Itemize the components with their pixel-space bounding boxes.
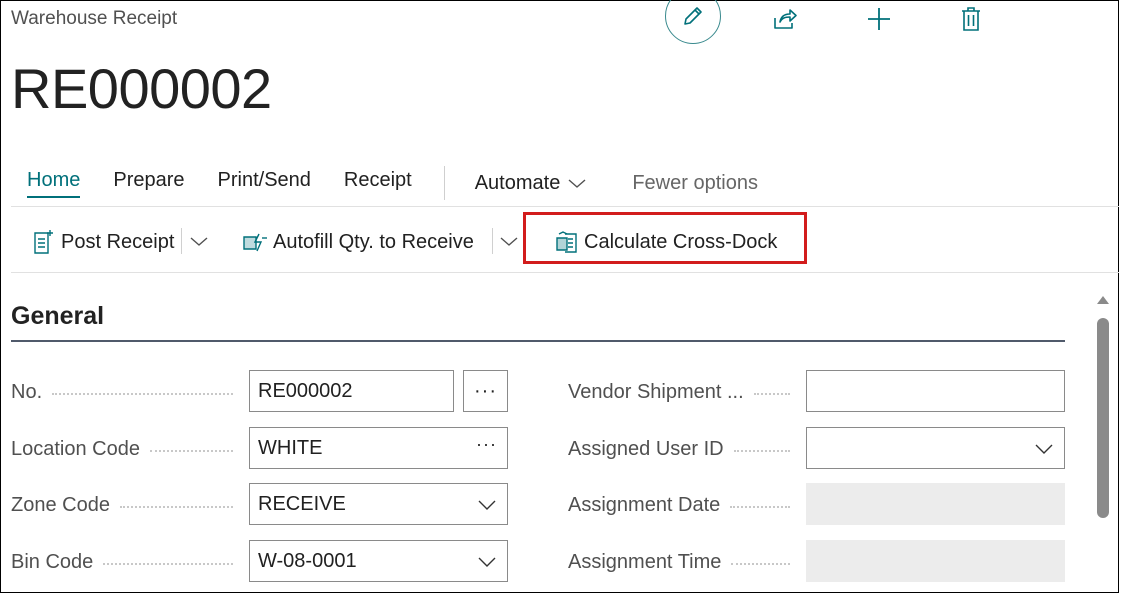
share-button[interactable]	[770, 4, 800, 34]
no-value: RE000002	[258, 379, 353, 402]
page-title: RE000002	[11, 57, 272, 120]
label-dots	[753, 393, 790, 395]
field-label-assignment-date: Assignment Date	[568, 492, 790, 518]
autofill-icon	[243, 233, 267, 252]
section-underline	[11, 340, 1065, 342]
field-label-zone-code: Zone Code	[11, 492, 233, 518]
label-dots	[149, 450, 233, 452]
bin-code-select[interactable]: W-08-0001	[249, 540, 508, 582]
bin-code-value: W-08-0001	[258, 549, 357, 572]
post-document-icon	[34, 230, 53, 254]
divider-line	[11, 206, 1119, 207]
document-type-caption: Warehouse Receipt	[11, 8, 178, 29]
scroll-up-arrow-icon[interactable]	[1097, 296, 1109, 304]
no-assist-button[interactable]: ···	[463, 370, 508, 412]
tab-divider	[443, 166, 445, 200]
post-receipt-label: Post Receipt	[61, 230, 175, 253]
field-label-assigned-user-id: Assigned User ID	[568, 436, 790, 462]
autofill-label: Autofill Qty. to Receive	[273, 230, 474, 253]
chevron-down-icon	[478, 557, 496, 567]
highlight-box	[523, 212, 807, 264]
vendor-shipment-input[interactable]	[806, 370, 1065, 412]
label-dots	[733, 450, 790, 452]
field-label-text: Vendor Shipment ...	[568, 380, 744, 403]
assigned-user-id-select[interactable]	[806, 427, 1065, 469]
field-label-vendor-shipment: Vendor Shipment ...	[568, 379, 790, 405]
tab-print-send[interactable]: Print/Send	[218, 169, 311, 198]
label-dots	[730, 506, 790, 508]
field-label-text: Assignment Time	[568, 550, 722, 573]
no-input[interactable]: RE000002	[249, 370, 454, 412]
post-receipt-button[interactable]: Post Receipt	[33, 226, 174, 258]
location-code-value: WHITE	[258, 436, 323, 459]
toolbar-divider	[181, 228, 182, 254]
chevron-down-icon[interactable]	[498, 230, 520, 252]
ellipsis-icon[interactable]: ···	[476, 434, 497, 455]
field-label-text: Assignment Date	[568, 493, 721, 516]
share-icon	[774, 9, 797, 29]
delete-button[interactable]	[956, 4, 986, 34]
field-label-text: Assigned User ID	[568, 437, 724, 460]
field-label-bin-code: Bin Code	[11, 549, 233, 575]
tab-receipt[interactable]: Receipt	[344, 169, 412, 198]
label-dots	[103, 563, 233, 565]
zone-code-select[interactable]: RECEIVE	[249, 483, 508, 525]
general-section-title: General	[11, 302, 105, 330]
tab-automate-label: Automate	[474, 171, 561, 194]
zone-code-value: RECEIVE	[258, 492, 346, 515]
trash-icon	[962, 7, 980, 31]
toolbar-divider	[492, 228, 493, 254]
field-label-text: Bin Code	[11, 550, 94, 573]
scroll-thumb[interactable]	[1097, 318, 1109, 518]
assignment-time-field	[806, 540, 1065, 582]
autofill-qty-button[interactable]: Autofill Qty. to Receive	[242, 226, 474, 258]
tab-home[interactable]: Home	[27, 169, 81, 198]
field-label-assignment-time: Assignment Time	[568, 549, 790, 575]
chevron-down-icon	[568, 179, 586, 188]
pencil-icon	[684, 7, 702, 25]
tab-automate[interactable]: Automate	[475, 172, 589, 195]
field-label-location-code: Location Code	[11, 436, 233, 462]
tab-prepare[interactable]: Prepare	[113, 169, 184, 198]
plus-icon	[868, 8, 890, 30]
assignment-date-field	[806, 483, 1065, 525]
label-dots	[731, 563, 790, 565]
chevron-down-icon	[478, 500, 496, 510]
label-dots	[119, 506, 233, 508]
chevron-down-icon	[1035, 444, 1053, 454]
new-button[interactable]	[864, 4, 894, 34]
action-tabs: Home Prepare Print/Send Receipt Automate…	[27, 166, 758, 200]
divider-line	[11, 272, 1119, 273]
label-dots	[52, 393, 233, 395]
fewer-options-link[interactable]: Fewer options	[632, 172, 758, 195]
field-label-text: No.	[11, 380, 43, 403]
vertical-scrollbar[interactable]	[1094, 294, 1112, 594]
field-label-text: Location Code	[11, 437, 140, 460]
location-code-input[interactable]: WHITE ···	[249, 427, 508, 469]
field-label-text: Zone Code	[11, 493, 110, 516]
chevron-down-icon[interactable]	[188, 230, 210, 252]
field-label-no: No.	[11, 379, 233, 405]
